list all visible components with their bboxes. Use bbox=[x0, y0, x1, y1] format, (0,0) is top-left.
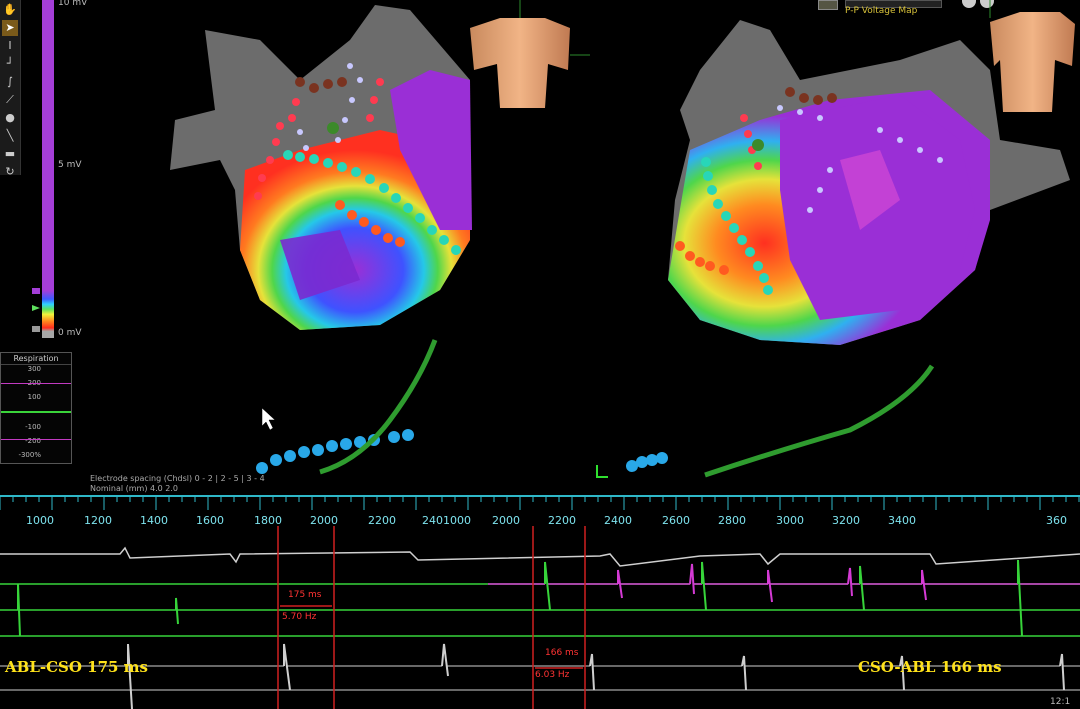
anatomy-maps[interactable] bbox=[0, 0, 1080, 492]
left-torso-icon[interactable] bbox=[470, 18, 570, 108]
mouse-cursor bbox=[261, 407, 276, 431]
right-caliper-ms: 166 ms bbox=[545, 648, 579, 658]
cs-catheter-right bbox=[626, 452, 668, 472]
ablation-catheter-right bbox=[704, 364, 935, 478]
ablation-catheter-left bbox=[319, 339, 438, 475]
cso-abl-label: CSO-ABL 166 ms bbox=[858, 658, 1002, 676]
left-caliper-ms: 175 ms bbox=[288, 590, 322, 600]
right-caliper-hz: 6.03 Hz bbox=[535, 670, 570, 680]
axis-indicator-icon bbox=[596, 465, 608, 478]
clock: 12:1 bbox=[1050, 697, 1071, 707]
left-anatomy-map[interactable] bbox=[170, 5, 472, 330]
right-torso-icon[interactable] bbox=[990, 12, 1075, 112]
electrogram-traces bbox=[0, 526, 1080, 709]
left-caliper-hz: 5.70 Hz bbox=[282, 612, 317, 622]
abl-cso-label: ABL-CSO 175 ms bbox=[5, 658, 148, 676]
